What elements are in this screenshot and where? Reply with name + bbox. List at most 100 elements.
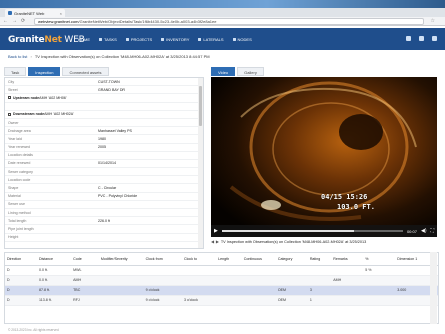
column-header[interactable]: Distance <box>36 253 72 266</box>
field-label: Total length <box>8 218 27 223</box>
checkbox-icon[interactable] <box>8 112 11 116</box>
url-field[interactable]: webview.granitnet.com /GraniteNetWeb/Obj… <box>34 18 424 25</box>
video-next-icon[interactable]: ▶ <box>216 239 219 244</box>
table-cell: OEM <box>275 285 308 296</box>
nav-nodes[interactable]: Nodes <box>232 37 252 42</box>
desktop-top-strip <box>0 0 445 8</box>
table-cell <box>363 285 396 296</box>
table-cell: OEM <box>275 295 308 306</box>
browser-tab-bar: GraniteNET Web × — ☐ ✕ <box>0 8 445 23</box>
user-icon[interactable] <box>419 36 424 41</box>
breadcrumb: Back to list › TV Inspection with Observ… <box>8 54 210 59</box>
favicon-icon <box>8 11 12 15</box>
column-header[interactable]: Code <box>71 253 99 266</box>
table-cell: RFJ <box>71 295 99 306</box>
nav-tasks[interactable]: Tasks <box>99 37 117 42</box>
inspection-details-panel: City CUST-TOWN Street GRAND BAY DR Upstream … <box>4 77 204 249</box>
field-label: Height <box>8 235 19 240</box>
menu-icon[interactable] <box>432 36 437 41</box>
app-logo[interactable]: GraniteNet WEB <box>8 35 85 45</box>
field-row: Shape C - Circular <box>5 184 203 193</box>
back-to-list-link[interactable]: Back to list <box>8 54 27 59</box>
field-value: GRAND BAY DR <box>98 87 126 92</box>
table-cell <box>363 295 396 306</box>
nav-laterals[interactable]: Laterals <box>198 37 224 42</box>
table-body: D 0.0 ft. MWL 5 % D 0.0 ft. AMH AMH D 87.8 ft. TBC… <box>5 265 438 306</box>
fullscreen-icon[interactable]: ⛶ <box>430 228 434 234</box>
table-cell <box>143 265 182 276</box>
tab-video[interactable]: Video <box>211 67 236 76</box>
table-cell <box>241 295 276 306</box>
column-header[interactable]: Remarks <box>331 253 364 266</box>
left-tab-strip: Task Inspection Connected assets <box>4 67 109 76</box>
table-cell <box>98 285 144 296</box>
column-header[interactable]: Clock to <box>182 253 217 266</box>
reload-icon[interactable]: ⟳ <box>21 18 25 24</box>
table-row[interactable]: D 0.0 ft. AMH AMH <box>5 275 438 286</box>
column-header[interactable]: Rating <box>307 253 332 266</box>
video-seek-bar[interactable] <box>221 230 403 232</box>
grid-menu-icon[interactable] <box>406 36 411 41</box>
browser-tab[interactable]: GraniteNET Web × <box>5 9 65 17</box>
table-row[interactable]: D 113.8 ft. RFJ 9 o'clock 3 o'clock OEM 1 <box>5 295 438 306</box>
table-cell: AMH <box>71 275 99 286</box>
table-cell: 113.8 ft. <box>36 295 72 306</box>
column-header[interactable]: Modifier/Severity <box>98 253 144 266</box>
video-player[interactable]: 04/15 15:26 103.0 FT. <box>211 77 437 237</box>
field-label: City <box>8 79 15 84</box>
bookmark-star-icon[interactable]: ☆ <box>431 18 435 24</box>
nav-home-label: HOME <box>78 37 90 42</box>
table-cell <box>331 295 364 306</box>
right-tab-strip: Video Gallery <box>211 67 264 76</box>
forward-arrow-icon[interactable]: → <box>12 18 17 24</box>
play-icon[interactable]: ▶ <box>214 228 218 234</box>
tab-close-icon[interactable]: × <box>60 11 62 16</box>
nav-tasks-label: Tasks <box>104 37 117 42</box>
nav-inventory[interactable]: Inventory <box>161 37 189 42</box>
breadcrumb-current: TV Inspection with Observation(s) on Col… <box>34 54 210 59</box>
tab-gallery[interactable]: Gallery <box>237 67 264 76</box>
pipe-camera-frame <box>211 77 437 237</box>
url-host: webview.granitnet.com <box>38 19 79 24</box>
column-header[interactable]: Continuous <box>241 253 276 266</box>
field-value: AMH 'A02 MH06' <box>39 95 67 100</box>
overlay-distance: 103.0 FT. <box>337 203 375 211</box>
logo-accent: Net <box>44 35 62 45</box>
table-cell: D <box>5 265 37 276</box>
column-header[interactable]: Length <box>216 253 242 266</box>
column-header[interactable]: Clock from <box>143 253 182 266</box>
table-cell <box>98 275 144 286</box>
tab-inspection[interactable]: Inspection <box>28 67 61 76</box>
field-label: Sewer category <box>8 169 33 174</box>
overlay-datetime: 04/15 15:26 <box>321 193 368 201</box>
back-arrow-icon[interactable]: ← <box>3 18 8 24</box>
field-value: 1980 <box>98 136 106 141</box>
scroll-thumb[interactable] <box>199 86 202 126</box>
field-label: Pipe joint length <box>8 226 34 231</box>
column-header[interactable]: % <box>363 253 396 266</box>
tab-task[interactable]: Task <box>4 67 27 76</box>
table-row[interactable]: D 87.8 ft. TBC 9 o'clock OEM 3 3.000 <box>5 285 438 296</box>
column-header[interactable]: Direction <box>5 253 37 266</box>
video-prev-icon[interactable]: ◀ <box>211 239 214 244</box>
table-cell: MWL <box>71 265 99 276</box>
volume-icon[interactable]: ◀) <box>421 228 427 234</box>
grid-scrollbar[interactable] <box>430 252 437 324</box>
field-label: Owner <box>8 120 19 125</box>
tab-connected-assets[interactable]: Connected assets <box>62 67 109 76</box>
column-header[interactable]: Category <box>275 253 308 266</box>
field-label: Downstream node <box>13 112 45 117</box>
panel-scrollbar[interactable] <box>198 78 203 248</box>
checkbox-icon[interactable] <box>8 96 11 100</box>
nav-projects[interactable]: Projects <box>125 37 152 42</box>
breadcrumb-separator: › <box>30 54 32 59</box>
field-row: Year renewed 2005 <box>5 144 203 152</box>
table-row[interactable]: D 0.0 ft. MWL 5 % <box>5 265 438 276</box>
table-cell <box>275 265 308 276</box>
field-row: Sewer use <box>5 201 203 209</box>
table-cell: 0.0 ft. <box>36 265 72 276</box>
field-label: Upstream node <box>13 95 40 100</box>
nav-home[interactable]: HOME <box>78 37 90 42</box>
field-value: PVC - Polyvinyl Chloride <box>98 194 138 199</box>
table-cell <box>182 275 217 286</box>
